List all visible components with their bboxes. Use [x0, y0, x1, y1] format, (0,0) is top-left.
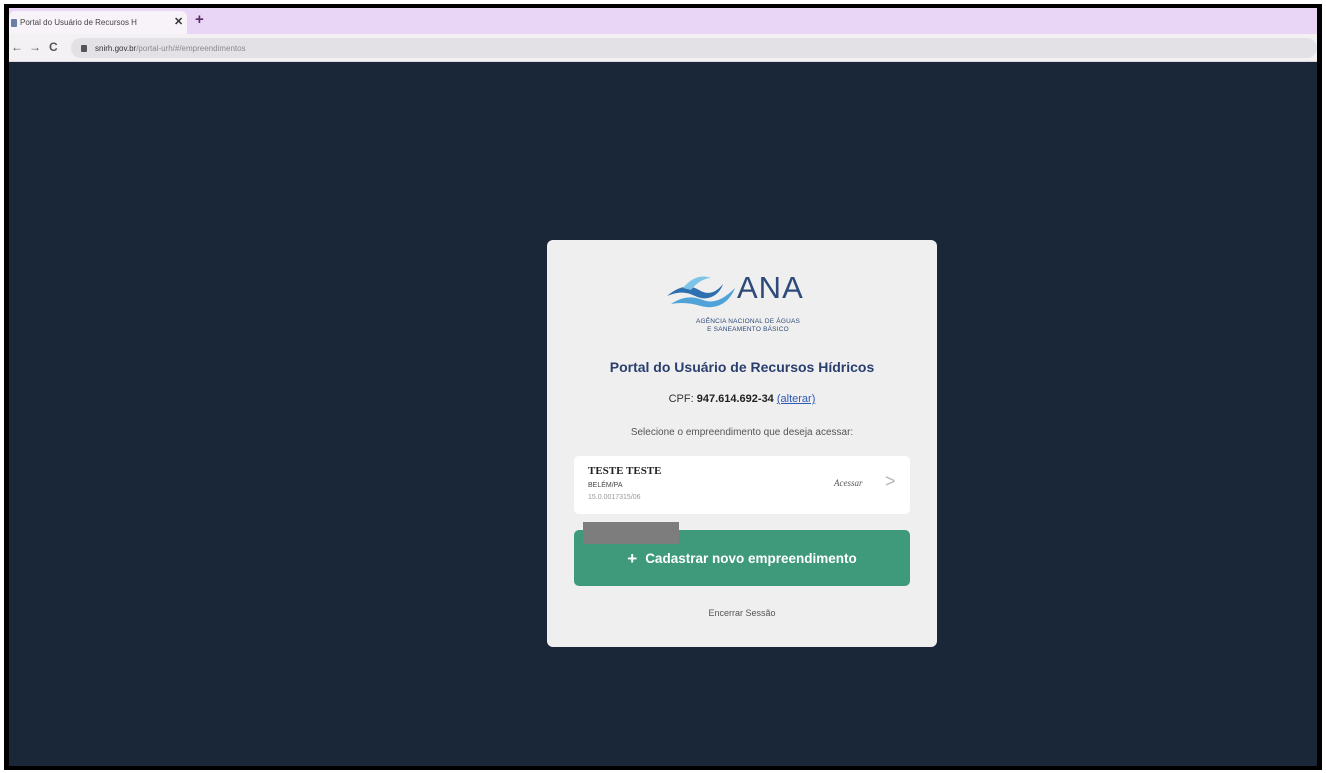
change-cpf-link[interactable]: (alterar)	[777, 393, 816, 405]
new-empreendimento-label: Cadastrar novo empreendimento	[645, 550, 857, 566]
browser-tab[interactable]: Portal do Usuário de Recursos H ✕	[9, 11, 187, 34]
browser-toolbar: ← → C snirh.gov.br /portal-urh/#/empreen…	[9, 34, 1317, 62]
chevron-right-icon[interactable]: >	[885, 472, 896, 490]
address-bar[interactable]: snirh.gov.br /portal-urh/#/empreendiment…	[71, 38, 1317, 58]
cpf-label: CPF:	[668, 393, 694, 405]
cpf-value: 947.614.692-34	[696, 393, 774, 405]
ana-wave-icon	[667, 276, 735, 308]
close-tab-icon[interactable]: ✕	[174, 17, 183, 28]
tab-title: Portal do Usuário de Recursos H	[20, 18, 137, 27]
plus-icon: +	[627, 548, 638, 568]
logo-wordmark: ANA	[737, 270, 804, 305]
browser-window: Portal do Usuário de Recursos H ✕ + ← → …	[9, 8, 1317, 766]
cpf-line: CPF: 947.614.692-34 (alterar)	[547, 393, 937, 405]
favicon-icon	[11, 18, 17, 27]
empreendimento-name: TESTE TESTE	[588, 465, 662, 477]
forward-button[interactable]: →	[29, 39, 41, 55]
logo-subtitle-line2: E SANEAMENTO BÁSICO	[707, 326, 789, 333]
url-path: /portal-urh/#/empreendimentos	[136, 43, 246, 53]
url-host: snirh.gov.br	[95, 43, 137, 53]
lock-icon	[81, 44, 87, 52]
logout-link[interactable]: Encerrar Sessão	[547, 608, 937, 618]
redaction-box	[583, 522, 679, 544]
access-label[interactable]: Acessar	[834, 478, 863, 488]
tab-strip: Portal do Usuário de Recursos H ✕ +	[9, 8, 1317, 34]
select-instruction: Selecione o empreendimento que deseja ac…	[630, 427, 854, 438]
logo-subtitle-line1: AGÊNCIA NACIONAL DE ÁGUAS	[695, 318, 801, 325]
empreendimento-item[interactable]: TESTE TESTE BELÉM/PA 15.0.0017315/06 Ace…	[574, 456, 910, 514]
portal-title: Portal do Usuário de Recursos Hídricos	[609, 359, 875, 375]
new-tab-button[interactable]: +	[195, 12, 204, 27]
screenshot-frame: Portal do Usuário de Recursos H ✕ + ← → …	[4, 4, 1322, 770]
ana-logo: ANA AGÊNCIA NACIONAL DE ÁGUAS E SANEAMEN…	[665, 270, 823, 338]
back-button[interactable]: ←	[11, 39, 23, 55]
login-card: ANA AGÊNCIA NACIONAL DE ÁGUAS E SANEAMEN…	[547, 240, 937, 647]
empreendimento-city: BELÉM/PA	[588, 482, 623, 489]
empreendimento-code: 15.0.0017315/06	[588, 494, 641, 501]
reload-button[interactable]: C	[49, 39, 58, 55]
